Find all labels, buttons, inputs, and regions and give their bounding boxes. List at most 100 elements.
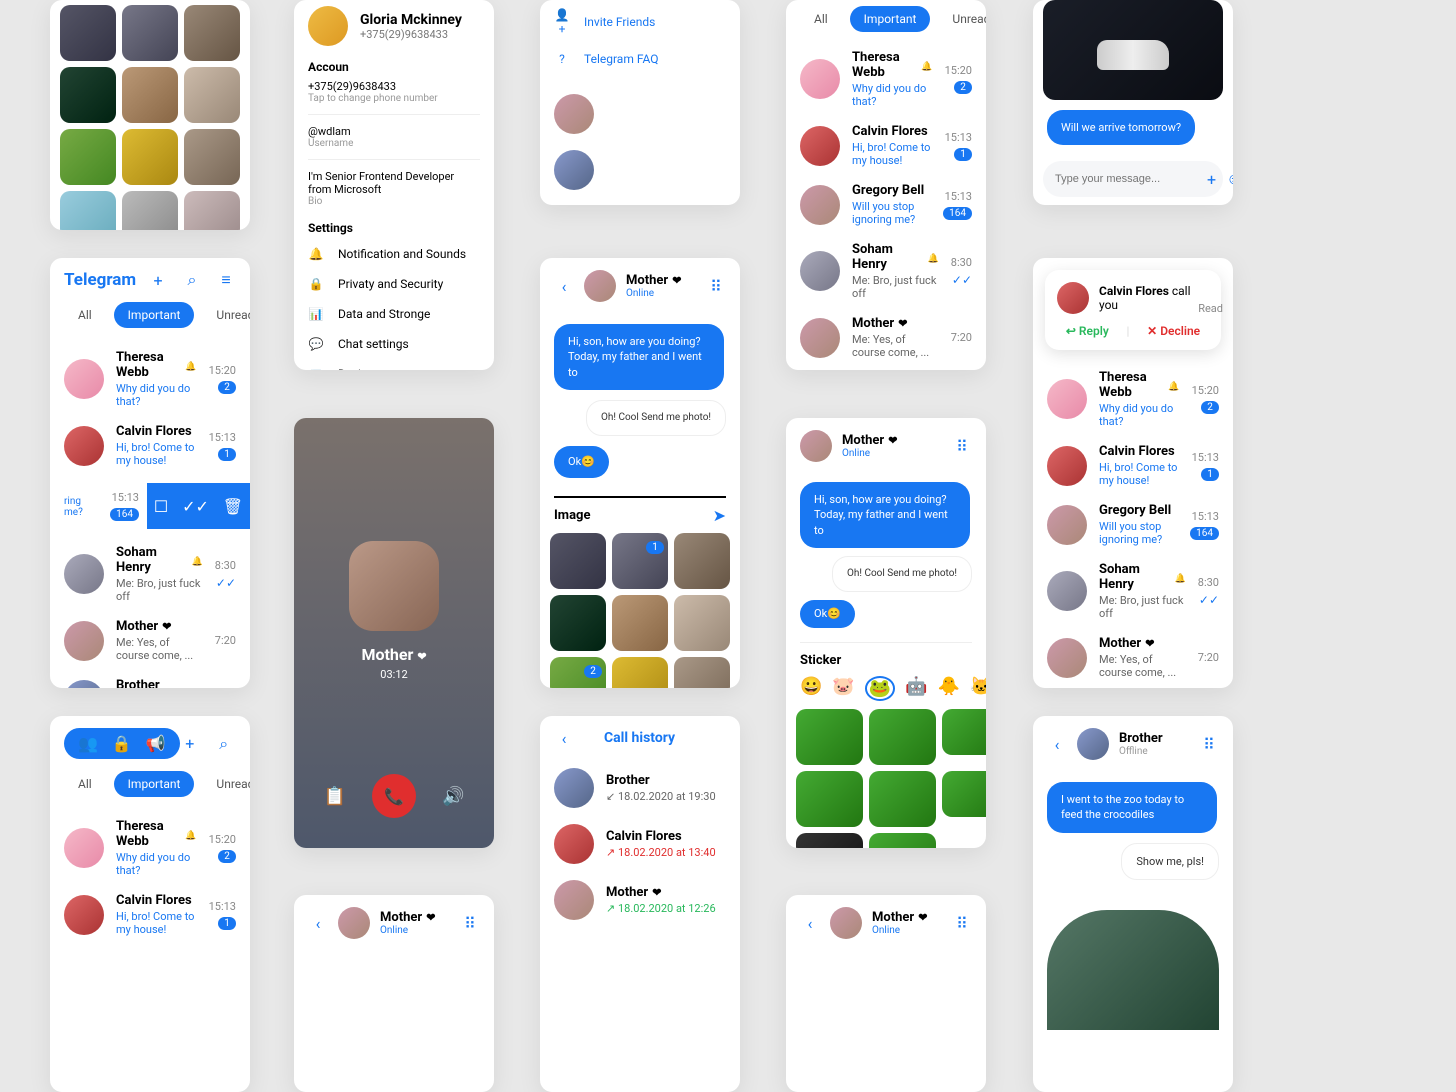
chat-item[interactable]: Soham HenryMe: Bro, just fuck off8:30✓✓ bbox=[786, 234, 986, 308]
add-icon[interactable]: + bbox=[180, 734, 200, 754]
menu-icon[interactable]: ≡ bbox=[248, 734, 250, 754]
photo-thumb[interactable] bbox=[122, 191, 178, 230]
account-phone[interactable]: +375(29)9638433 bbox=[308, 80, 480, 93]
image-thumb[interactable] bbox=[550, 533, 606, 589]
more-icon[interactable]: ⠿ bbox=[952, 436, 972, 456]
sticker-category[interactable]: 🐷 bbox=[832, 676, 854, 701]
crocodile-image[interactable] bbox=[1047, 910, 1219, 1030]
more-icon[interactable]: ⠿ bbox=[952, 913, 972, 933]
message-icon[interactable]: 📋 bbox=[324, 786, 346, 807]
sticker-tab-header[interactable]: Sticker bbox=[800, 653, 841, 668]
setting-notifications[interactable]: 🔔Notification and Sounds bbox=[294, 239, 494, 269]
message-bubble[interactable]: Show me, pls! bbox=[1121, 843, 1219, 880]
image-thumb[interactable] bbox=[674, 533, 730, 589]
photo-thumb[interactable] bbox=[60, 5, 116, 61]
chat-item[interactable] bbox=[540, 86, 740, 142]
bookmark-icon[interactable]: ☐ bbox=[154, 497, 168, 516]
setting-chat[interactable]: 💬Chat settings bbox=[294, 329, 494, 359]
sticker[interactable] bbox=[796, 709, 863, 765]
sticker[interactable] bbox=[796, 833, 863, 848]
emoji-icon[interactable]: ☺ bbox=[1226, 169, 1233, 189]
call-history-item[interactable]: Mother ↗ 18.02.2020 at 12:26 bbox=[540, 872, 740, 928]
sticker-category[interactable]: 😀 bbox=[800, 676, 822, 701]
image-thumb[interactable]: 2 bbox=[550, 657, 606, 688]
back-icon[interactable]: ‹ bbox=[800, 913, 820, 933]
photo-thumb[interactable] bbox=[60, 191, 116, 230]
image-thumb[interactable] bbox=[674, 595, 730, 651]
photo-thumb[interactable] bbox=[184, 129, 240, 185]
back-icon[interactable]: ‹ bbox=[554, 276, 574, 296]
telegram-faq[interactable]: ?Telegram FAQ bbox=[540, 44, 740, 74]
tab-read-peek[interactable]: Read bbox=[1198, 302, 1223, 315]
chat-item[interactable]: BrotherOk. Good bay! Yesterday bbox=[50, 670, 250, 688]
image-thumb[interactable] bbox=[674, 657, 730, 688]
chat-item[interactable] bbox=[540, 142, 740, 198]
tab-important[interactable]: Important bbox=[114, 302, 195, 328]
chat-item[interactable]: BrotherOk. Good bay!Yesterday bbox=[1033, 687, 1233, 688]
image-thumb[interactable] bbox=[612, 657, 668, 688]
photo-thumb[interactable] bbox=[184, 191, 240, 230]
tab-unread[interactable]: Unread bbox=[202, 771, 250, 797]
tab-unread[interactable]: Unread bbox=[938, 6, 986, 32]
profile-avatar[interactable] bbox=[308, 6, 348, 46]
image-tab-header[interactable]: Image bbox=[554, 508, 590, 523]
chat-item[interactable]: Calvin FloresHi, bro! Come to my house!1… bbox=[786, 116, 986, 175]
decline-button[interactable]: ✕ Decline bbox=[1147, 324, 1200, 338]
back-icon[interactable]: ‹ bbox=[1047, 734, 1067, 754]
chat-item[interactable]: Calvin FloresHi, bro! Come to my house!1… bbox=[1033, 436, 1233, 495]
tab-all[interactable]: All bbox=[64, 771, 106, 797]
chat-item[interactable]: Theresa WebbWhy did you do that?15:202 bbox=[786, 42, 986, 116]
group-icon[interactable]: 👥 bbox=[78, 734, 98, 753]
chat-item[interactable]: Soham HenryMe: Bro, just fuck off 8:30✓✓ bbox=[50, 537, 250, 611]
sticker-category[interactable]: 🐥 bbox=[938, 676, 960, 701]
tab-important[interactable]: Important bbox=[850, 6, 931, 32]
photo-thumb[interactable] bbox=[122, 5, 178, 61]
tab-all[interactable]: All bbox=[800, 6, 842, 32]
chat-item[interactable]: Theresa WebbWhy did you do that?15:202 bbox=[1033, 362, 1233, 436]
chat-item[interactable]: Theresa WebbWhy did you do that? 15:202 bbox=[50, 811, 250, 885]
sticker-category-active[interactable]: 🐸 bbox=[865, 676, 895, 701]
attach-icon[interactable]: + bbox=[1207, 169, 1216, 189]
chat-item-swiped[interactable]: ring me? 15:13164 ☐ ✓✓ 🗑 bbox=[50, 475, 250, 537]
sticker[interactable] bbox=[869, 771, 936, 827]
message-bubble[interactable]: Ok😊 bbox=[554, 446, 609, 477]
chat-item[interactable]: BrotherOk. Good bay!Yesterday bbox=[786, 367, 986, 370]
lock-icon[interactable]: 🔒 bbox=[112, 734, 132, 753]
photo-thumb[interactable] bbox=[184, 67, 240, 123]
delete-icon[interactable]: 🗑 bbox=[223, 497, 243, 516]
message-bubble[interactable]: Hi, son, how are you doing? Today, my fa… bbox=[800, 482, 970, 548]
end-call-button[interactable]: 📞 bbox=[372, 774, 416, 818]
message-bubble[interactable]: Oh! Cool Send me photo! bbox=[832, 556, 972, 592]
message-bubble[interactable]: Oh! Cool Send me photo! bbox=[586, 400, 726, 436]
sticker[interactable] bbox=[869, 709, 936, 765]
sticker[interactable] bbox=[796, 771, 863, 827]
call-history-item[interactable]: Calvin Flores↗ 18.02.2020 at 13:40 bbox=[540, 816, 740, 872]
more-icon[interactable]: ⠿ bbox=[460, 913, 480, 933]
photo-thumb[interactable] bbox=[122, 67, 178, 123]
send-icon[interactable]: ➤ bbox=[713, 506, 726, 525]
message-bubble[interactable]: Ok😊 bbox=[800, 600, 855, 627]
chat-item[interactable]: Mother Me: Yes, of course come, ...7:20 bbox=[786, 308, 986, 367]
more-icon[interactable]: ⠿ bbox=[1199, 734, 1219, 754]
back-icon[interactable]: ‹ bbox=[308, 913, 328, 933]
photo-thumb[interactable] bbox=[60, 67, 116, 123]
more-icon[interactable]: ⠿ bbox=[706, 276, 726, 296]
search-icon[interactable]: ⌕ bbox=[214, 734, 234, 754]
message-bubble[interactable]: I went to the zoo today to feed the croc… bbox=[1047, 782, 1217, 833]
photo-thumb[interactable] bbox=[60, 129, 116, 185]
bio-text[interactable]: I'm Senior Frontend Developer from Micro… bbox=[308, 170, 480, 196]
message-input[interactable] bbox=[1055, 173, 1197, 185]
chat-item[interactable]: Calvin FloresHi, bro! Come to my house! … bbox=[50, 416, 250, 475]
sticker-category[interactable]: 🤖 bbox=[905, 676, 927, 701]
chat-item[interactable]: Calvin FloresHi, bro! Come to my house! … bbox=[50, 885, 250, 944]
tab-all[interactable]: All bbox=[64, 302, 106, 328]
sticker[interactable] bbox=[942, 771, 986, 818]
chat-item[interactable]: Mother Me: Yes, of course come, ...7:20 bbox=[1033, 628, 1233, 687]
sticker[interactable] bbox=[942, 709, 986, 756]
chat-item[interactable]: Soham HenryMe: Bro, just fuck off8:30✓✓ bbox=[1033, 554, 1233, 628]
username[interactable]: @wdlam bbox=[308, 125, 480, 138]
tab-important[interactable]: Important bbox=[114, 771, 195, 797]
menu-icon[interactable]: ≡ bbox=[216, 270, 236, 290]
image-thumb[interactable] bbox=[550, 595, 606, 651]
chat-item[interactable]: Gregory BellWill you stop ignoring me?15… bbox=[786, 175, 986, 234]
